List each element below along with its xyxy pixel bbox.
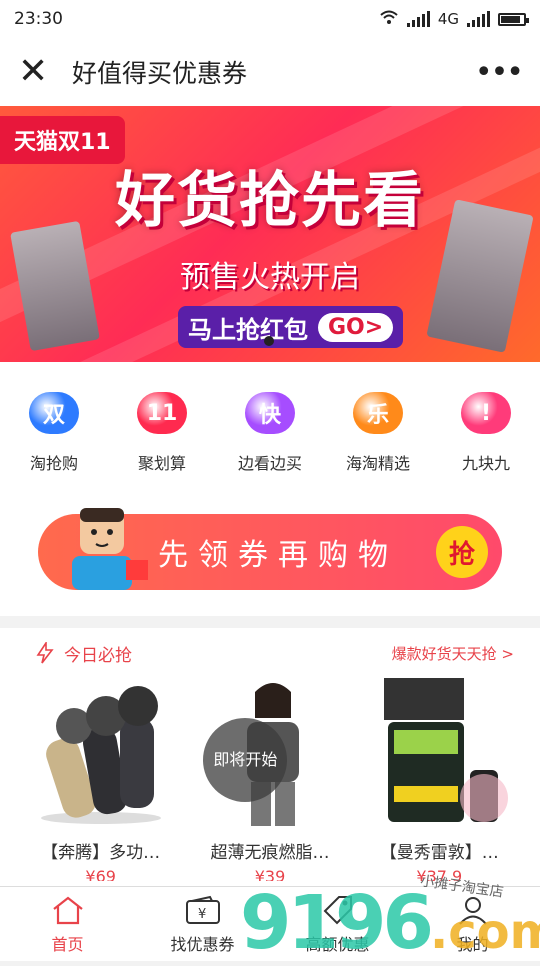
carousel-indicator bbox=[264, 336, 274, 346]
category-label: 九块九 bbox=[461, 454, 510, 473]
page-title: 好值得买优惠券 bbox=[72, 59, 248, 88]
svg-text:¥: ¥ bbox=[198, 907, 206, 922]
promo-banner[interactable]: 天猫双11 好货抢先看 预售火热开启 马上抢红包 GO> bbox=[0, 106, 540, 362]
today-more-link[interactable]: 爆款好货天天抢 > bbox=[392, 643, 514, 664]
product-name: 【奔腾】多功… bbox=[41, 843, 161, 863]
user-icon bbox=[453, 893, 493, 927]
category-row: 双 淘抢购 11 聚划算 快 边看边买 乐 海淘精选 ! 九块九 bbox=[0, 362, 540, 474]
wifi-icon bbox=[379, 9, 399, 29]
tab-me[interactable]: 我的 bbox=[405, 887, 540, 961]
more-icon[interactable]: ••• bbox=[475, 55, 524, 90]
coupon-section: 先领券再购物 抢 bbox=[0, 474, 540, 616]
category-icon: 11 bbox=[137, 392, 187, 434]
product-card[interactable]: 即将开始 超薄无痕燃脂… ¥39 bbox=[185, 678, 354, 881]
tab-label: 我的 bbox=[456, 935, 489, 954]
product-card[interactable]: 【奔腾】多功… ¥69 bbox=[16, 678, 185, 881]
category-haitaojingxuan[interactable]: 乐 海淘精选 bbox=[324, 362, 432, 474]
product-name: 【曼秀雷敦】… bbox=[379, 843, 499, 863]
tab-label: 找优惠券 bbox=[170, 935, 235, 954]
today-header: 今日必抢 爆款好货天天抢 > bbox=[0, 628, 540, 678]
network-type: 4G bbox=[437, 10, 459, 28]
status-time: 23:30 bbox=[14, 9, 63, 29]
nav-bar: ✕ 好值得买优惠券 ••• bbox=[0, 38, 540, 106]
product-card[interactable]: 【曼秀雷敦】… ¥37.9 bbox=[355, 678, 524, 881]
category-icon: ! bbox=[461, 392, 511, 434]
tab-label: 首页 bbox=[51, 935, 84, 954]
tab-home[interactable]: 首页 bbox=[0, 887, 135, 961]
today-title-label: 今日必抢 bbox=[64, 645, 132, 666]
product-list: 【奔腾】多功… ¥69 即将开始 超薄无痕燃脂… ¥39 【曼秀雷敦】… ¥37… bbox=[0, 678, 540, 881]
shaver-image bbox=[40, 686, 161, 824]
product-price: ¥37.9 bbox=[416, 867, 463, 881]
banner-subline: 预售火热开启 bbox=[180, 260, 360, 295]
category-icon: 乐 bbox=[353, 392, 403, 434]
tab-find-coupons[interactable]: ¥ 找优惠券 bbox=[135, 887, 270, 961]
lightning-icon bbox=[36, 642, 54, 664]
cartoon-man-icon bbox=[72, 508, 148, 590]
home-icon bbox=[48, 893, 88, 927]
battery-fill bbox=[501, 15, 520, 23]
go-label: GO> bbox=[318, 312, 394, 342]
category-label: 边看边买 bbox=[237, 454, 302, 473]
status-indicators: 4G bbox=[379, 9, 529, 29]
category-jiukuaijiu[interactable]: ! 九块九 bbox=[432, 362, 540, 474]
product-price: ¥39 bbox=[254, 867, 286, 881]
banner-headline: 好货抢先看 bbox=[115, 166, 425, 236]
banner-cta-label: 马上抢红包 bbox=[188, 315, 308, 344]
product-name: 超薄无痕燃脂… bbox=[210, 843, 330, 863]
product-price: ¥69 bbox=[85, 867, 116, 881]
signal-icon-2 bbox=[467, 11, 490, 27]
tab-label: 高额优惠 bbox=[305, 935, 370, 954]
battery-icon bbox=[498, 12, 529, 26]
wallet-icon: ¥ bbox=[183, 893, 223, 927]
category-icon: 双 bbox=[29, 392, 79, 434]
coupon-banner[interactable]: 先领券再购物 抢 bbox=[38, 508, 502, 590]
category-icon: 快 bbox=[245, 392, 295, 434]
category-label: 淘抢购 bbox=[29, 454, 78, 473]
tag-icon bbox=[318, 893, 358, 927]
category-label: 海淘精选 bbox=[345, 454, 410, 473]
category-taoqianggou[interactable]: 双 淘抢购 bbox=[0, 362, 108, 474]
category-biankanbianmai[interactable]: 快 边看边买 bbox=[216, 362, 324, 474]
coming-soon-badge: 即将开始 bbox=[203, 718, 288, 802]
category-juhuasuan[interactable]: 11 聚划算 bbox=[108, 362, 216, 474]
today-title: 今日必抢 bbox=[36, 641, 132, 666]
banner-cta-button[interactable]: 马上抢红包 GO> bbox=[178, 306, 404, 348]
close-icon[interactable]: ✕ bbox=[18, 54, 58, 90]
lotion-image bbox=[384, 678, 509, 822]
status-bar: 23:30 4G bbox=[0, 0, 540, 38]
tab-high-discount[interactable]: 高额优惠 bbox=[270, 887, 405, 961]
tab-bar: 首页 ¥ 找优惠券 高额优惠 我的 bbox=[0, 886, 540, 961]
grab-button[interactable]: 抢 bbox=[436, 526, 488, 578]
today-section: 今日必抢 爆款好货天天抢 > 【奔腾】多功… ¥69 即将开始 超薄无痕燃脂… … bbox=[0, 628, 540, 892]
coupon-text: 先领券再购物 bbox=[158, 538, 398, 573]
category-label: 聚划算 bbox=[137, 454, 186, 473]
signal-icon bbox=[406, 11, 430, 27]
